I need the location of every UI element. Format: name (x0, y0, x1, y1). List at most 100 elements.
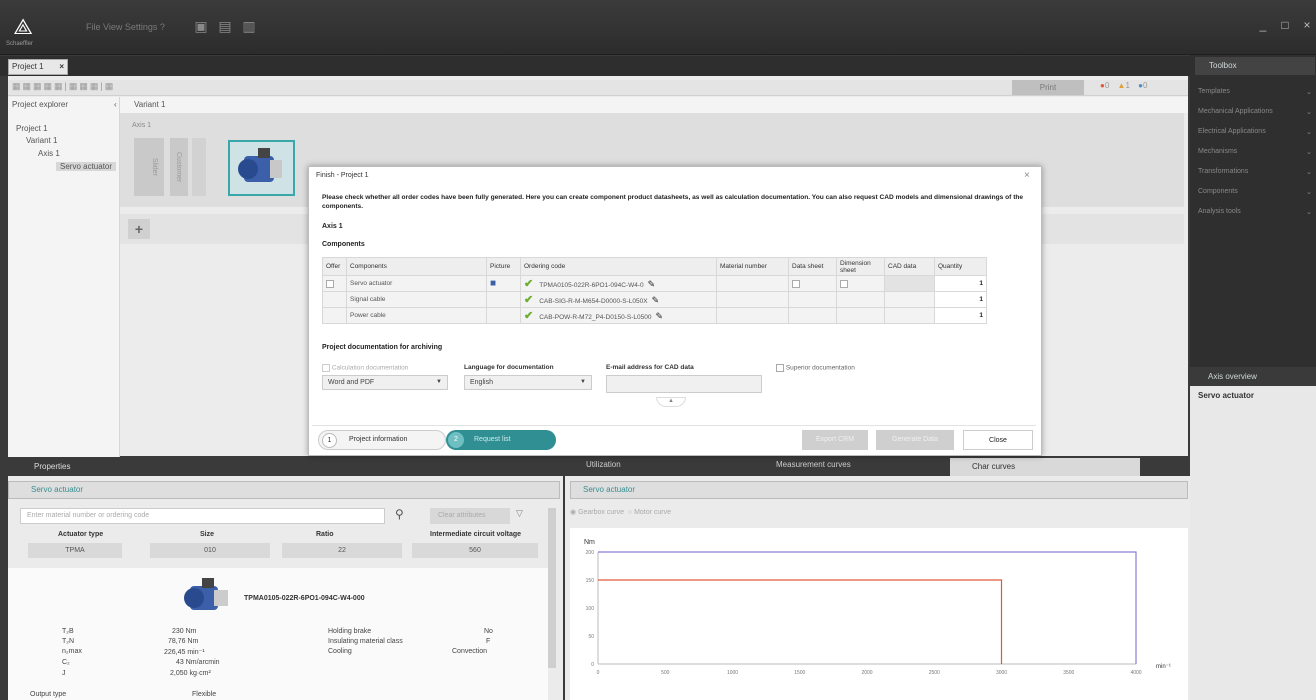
spec-value: No (484, 628, 493, 635)
material-search-input[interactable]: Enter material number or ordering code (20, 508, 385, 524)
dialog-title: Finish - Project 1 (316, 172, 369, 179)
spec-value: Convection (452, 648, 488, 655)
dialog-close-icon[interactable]: × (1024, 170, 1030, 181)
axis-overview-header: Axis overview (1190, 368, 1316, 386)
toolbox-item-analysis[interactable]: Analysis tools ⌄ (1198, 208, 1312, 216)
offer-cell (322, 307, 347, 324)
col-picture: Picture (486, 257, 521, 276)
tree-item-variant[interactable]: Variant 1 (26, 136, 57, 145)
language-select[interactable]: English ▼ (464, 375, 592, 390)
size-select[interactable]: 010 (150, 543, 270, 558)
close-tab-icon[interactable]: × (59, 60, 64, 74)
edit-pencil-icon[interactable]: ✎ (648, 279, 656, 289)
dialog-close-button[interactable]: Close (963, 430, 1033, 450)
calc-doc-option[interactable]: Calculation documentation (322, 364, 408, 372)
workspace-toolbar (8, 80, 1188, 96)
step-label: Request list (474, 436, 511, 443)
tree-item-project[interactable]: Project 1 (16, 124, 48, 133)
toolbar-icons[interactable]: ▦▦▦▦▦|▦▦▦|▦ (12, 81, 115, 92)
save-icon[interactable]: ▣ (192, 17, 210, 35)
step-number: 2 (448, 432, 464, 448)
actuator-type-select[interactable]: TPMA (28, 543, 122, 558)
export-icon[interactable]: ▥ (240, 17, 258, 35)
radio-icon[interactable]: ○ (628, 509, 632, 516)
doc-format-select[interactable]: Word and PDF ▼ (322, 375, 448, 390)
language-value: English (470, 379, 493, 386)
close-window-button[interactable]: × (1298, 16, 1316, 34)
toolbox-item-mechanical[interactable]: Mechanical Applications ⌄ (1198, 108, 1312, 116)
axis-overview-item[interactable]: Servo actuator (1198, 391, 1254, 400)
superior-doc-checkbox[interactable] (776, 364, 784, 372)
tab-measurement-curves[interactable]: Measurement curves (776, 460, 851, 469)
cad-data-cell (884, 291, 935, 308)
customer-block[interactable]: Customer (170, 138, 188, 196)
curve-radio-group[interactable]: ◉ Gearbox curve ○ Motor curve (570, 508, 671, 516)
search-icon[interactable]: ⚲ (395, 507, 404, 521)
edit-pencil-icon[interactable]: ✎ (655, 311, 663, 321)
chart-component-select[interactable]: Servo actuator (570, 481, 1188, 499)
toolbox-item-electrical[interactable]: Electrical Applications ⌄ (1198, 128, 1312, 136)
spec-key: T₂B (62, 628, 74, 635)
step-project-information[interactable]: 1 Project information (318, 430, 446, 450)
offer-checkbox[interactable] (326, 279, 334, 288)
error-count: 0 (1104, 81, 1110, 90)
dimension-sheet-checkbox[interactable] (840, 279, 848, 288)
y-tick-label: 50 (588, 634, 594, 640)
clear-attributes-button[interactable]: Clear attributes (430, 508, 510, 524)
y-tick-label: 200 (586, 550, 595, 556)
servo-actuator-block[interactable] (228, 140, 295, 196)
series-line-2 (598, 579, 1003, 664)
properties-component-select[interactable]: Servo actuator (8, 481, 560, 499)
superior-doc-option[interactable]: Superior documentation (776, 364, 855, 372)
tree-item-axis[interactable]: Axis 1 (38, 149, 60, 158)
tab-char-curves[interactable]: Char curves (950, 458, 1140, 476)
data-sheet-checkbox[interactable] (792, 279, 800, 288)
quantity-input[interactable]: 1 (934, 307, 987, 324)
calc-doc-checkbox[interactable] (322, 364, 330, 372)
table-row: Power cable ✔ CAB-POW-R-M72_P4-D0150-S-L0… (322, 307, 987, 324)
tab-project-1[interactable]: Project 1 × (8, 59, 68, 75)
step-request-list[interactable]: 2 Request list (446, 430, 556, 450)
tab-utilization[interactable]: Utilization (586, 460, 621, 469)
quantity-input[interactable]: 1 (934, 291, 987, 308)
radio-selected-icon[interactable]: ◉ (570, 509, 576, 516)
toolbox-item-templates[interactable]: Templates ⌄ (1198, 88, 1312, 96)
table-header: Offer Components Picture Ordering code M… (322, 257, 987, 276)
collapse-explorer-icon[interactable]: ‹ (114, 100, 117, 109)
info-count: 0 (1142, 81, 1148, 90)
spec-value: 43 Nm/arcmin (176, 659, 220, 666)
toolbox-item-transformations[interactable]: Transformations ⌄ (1198, 168, 1312, 176)
ordering-code-cell: ✔ CAB-POW-R-M72_P4-D0150-S-L0500 ✎ (520, 307, 717, 324)
toolbox-item-mechanisms[interactable]: Mechanisms ⌄ (1198, 148, 1312, 156)
variant-tab[interactable]: Variant 1 (120, 97, 1188, 113)
quantity-input[interactable]: 1 (934, 275, 987, 292)
slider-block[interactable]: Slider (134, 138, 164, 196)
tree-item-servo[interactable]: Servo actuator (56, 162, 117, 171)
cad-data-select[interactable] (884, 275, 935, 292)
x-tick-label: 1500 (794, 670, 805, 676)
coupling-block[interactable] (192, 138, 206, 196)
filter-icon[interactable]: ▽ (516, 508, 523, 519)
ratio-select[interactable]: 22 (282, 543, 402, 558)
toolbox-item-components[interactable]: Components ⌄ (1198, 188, 1312, 196)
ordering-code: CAB-POW-R-M72_P4-D0150-S-L0500 (539, 314, 652, 321)
component-name: Power cable (346, 307, 487, 324)
email-field[interactable] (606, 375, 762, 393)
maximize-button[interactable]: □ (1276, 16, 1294, 34)
print-button[interactable]: Print (1012, 80, 1084, 95)
edit-pencil-icon[interactable]: ✎ (652, 295, 660, 305)
dropdown-arrow-icon: ▼ (580, 379, 586, 385)
properties-scrollbar[interactable] (548, 508, 556, 668)
main-menu[interactable]: File View Settings ? (86, 22, 165, 32)
minimize-button[interactable]: _ (1254, 16, 1272, 34)
characteristic-chart: Nmmin⁻¹0501001502000 500 1000 1500 2000 2500 3… (584, 539, 1171, 676)
material-number-cell (716, 307, 789, 324)
voltage-select[interactable]: 560 (412, 543, 538, 558)
export-crm-button[interactable]: Export CRM (802, 430, 868, 450)
generate-data-button[interactable]: Generate Data (876, 430, 954, 450)
app-logo-icon: ⟁ (13, 14, 33, 39)
open-icon[interactable]: ▤ (216, 17, 234, 35)
warning-count: 1 (1125, 81, 1130, 90)
add-axis-button[interactable]: + (128, 219, 150, 239)
ordering-code-cell: ✔ TPMA0105-022R-6PO1-094C-W4-0 ✎ (520, 275, 717, 292)
